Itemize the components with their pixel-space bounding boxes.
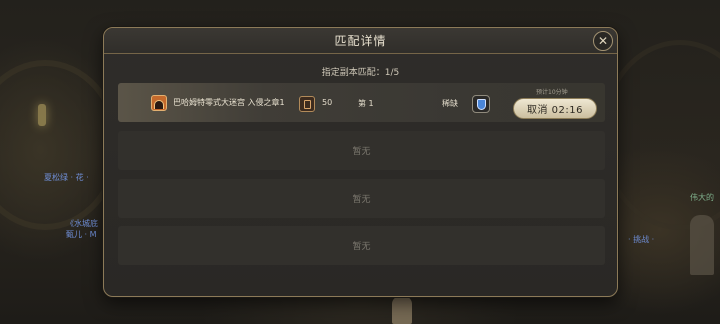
player-character — [392, 296, 412, 324]
estimated-wait-text: 预计10分钟 — [536, 89, 568, 96]
level-book-icon — [299, 96, 315, 112]
npc-name-label: 夏松绿 · 花 · — [44, 173, 89, 182]
tank-shield-icon — [472, 95, 490, 113]
npc-name-label: · 挑战 · — [628, 235, 655, 244]
close-x-icon: ✕ — [597, 34, 609, 48]
level-value: 50 — [322, 98, 333, 107]
dungeon-gate-icon — [151, 95, 167, 111]
empty-slot-label: 暂无 — [352, 147, 371, 157]
queue-row-empty: 暂无 — [118, 131, 605, 170]
queue-row-active: 巴哈姆特零式大迷宫 入侵之章1 50 第 1 稀缺 预计10分钟 取消 02:1… — [118, 83, 605, 122]
dungeon-name: 巴哈姆特零式大迷宫 入侵之章1 — [173, 98, 285, 107]
empty-slot-label: 暂无 — [352, 195, 371, 205]
match-progress-text: 指定副本匹配：1/5 — [321, 68, 400, 78]
npc-character — [690, 215, 714, 275]
dialog-header: 匹配详情 ✕ — [104, 28, 617, 54]
npc-name-label: 伟大的 — [690, 193, 714, 202]
background-archway — [0, 60, 120, 230]
dialog-title: 匹配详情 — [334, 34, 387, 48]
cancel-match-button[interactable]: 取消 02:16 — [513, 98, 597, 119]
npc-name-label: 甄儿 · M — [66, 230, 97, 239]
queue-rank: 第 1 — [358, 99, 374, 108]
background-lamp — [38, 104, 46, 126]
queue-row-empty: 暂无 — [118, 179, 605, 218]
match-details-dialog: 匹配详情 ✕ 指定副本匹配：1/5 巴哈姆特零式大迷宫 入侵之章1 50 第 1… — [103, 27, 618, 297]
close-button[interactable]: ✕ — [593, 31, 613, 51]
empty-slot-label: 暂无 — [352, 242, 371, 252]
npc-name-label: 《水城底 — [66, 219, 98, 228]
queue-row-empty: 暂无 — [118, 226, 605, 265]
role-label: 稀缺 — [442, 99, 458, 108]
